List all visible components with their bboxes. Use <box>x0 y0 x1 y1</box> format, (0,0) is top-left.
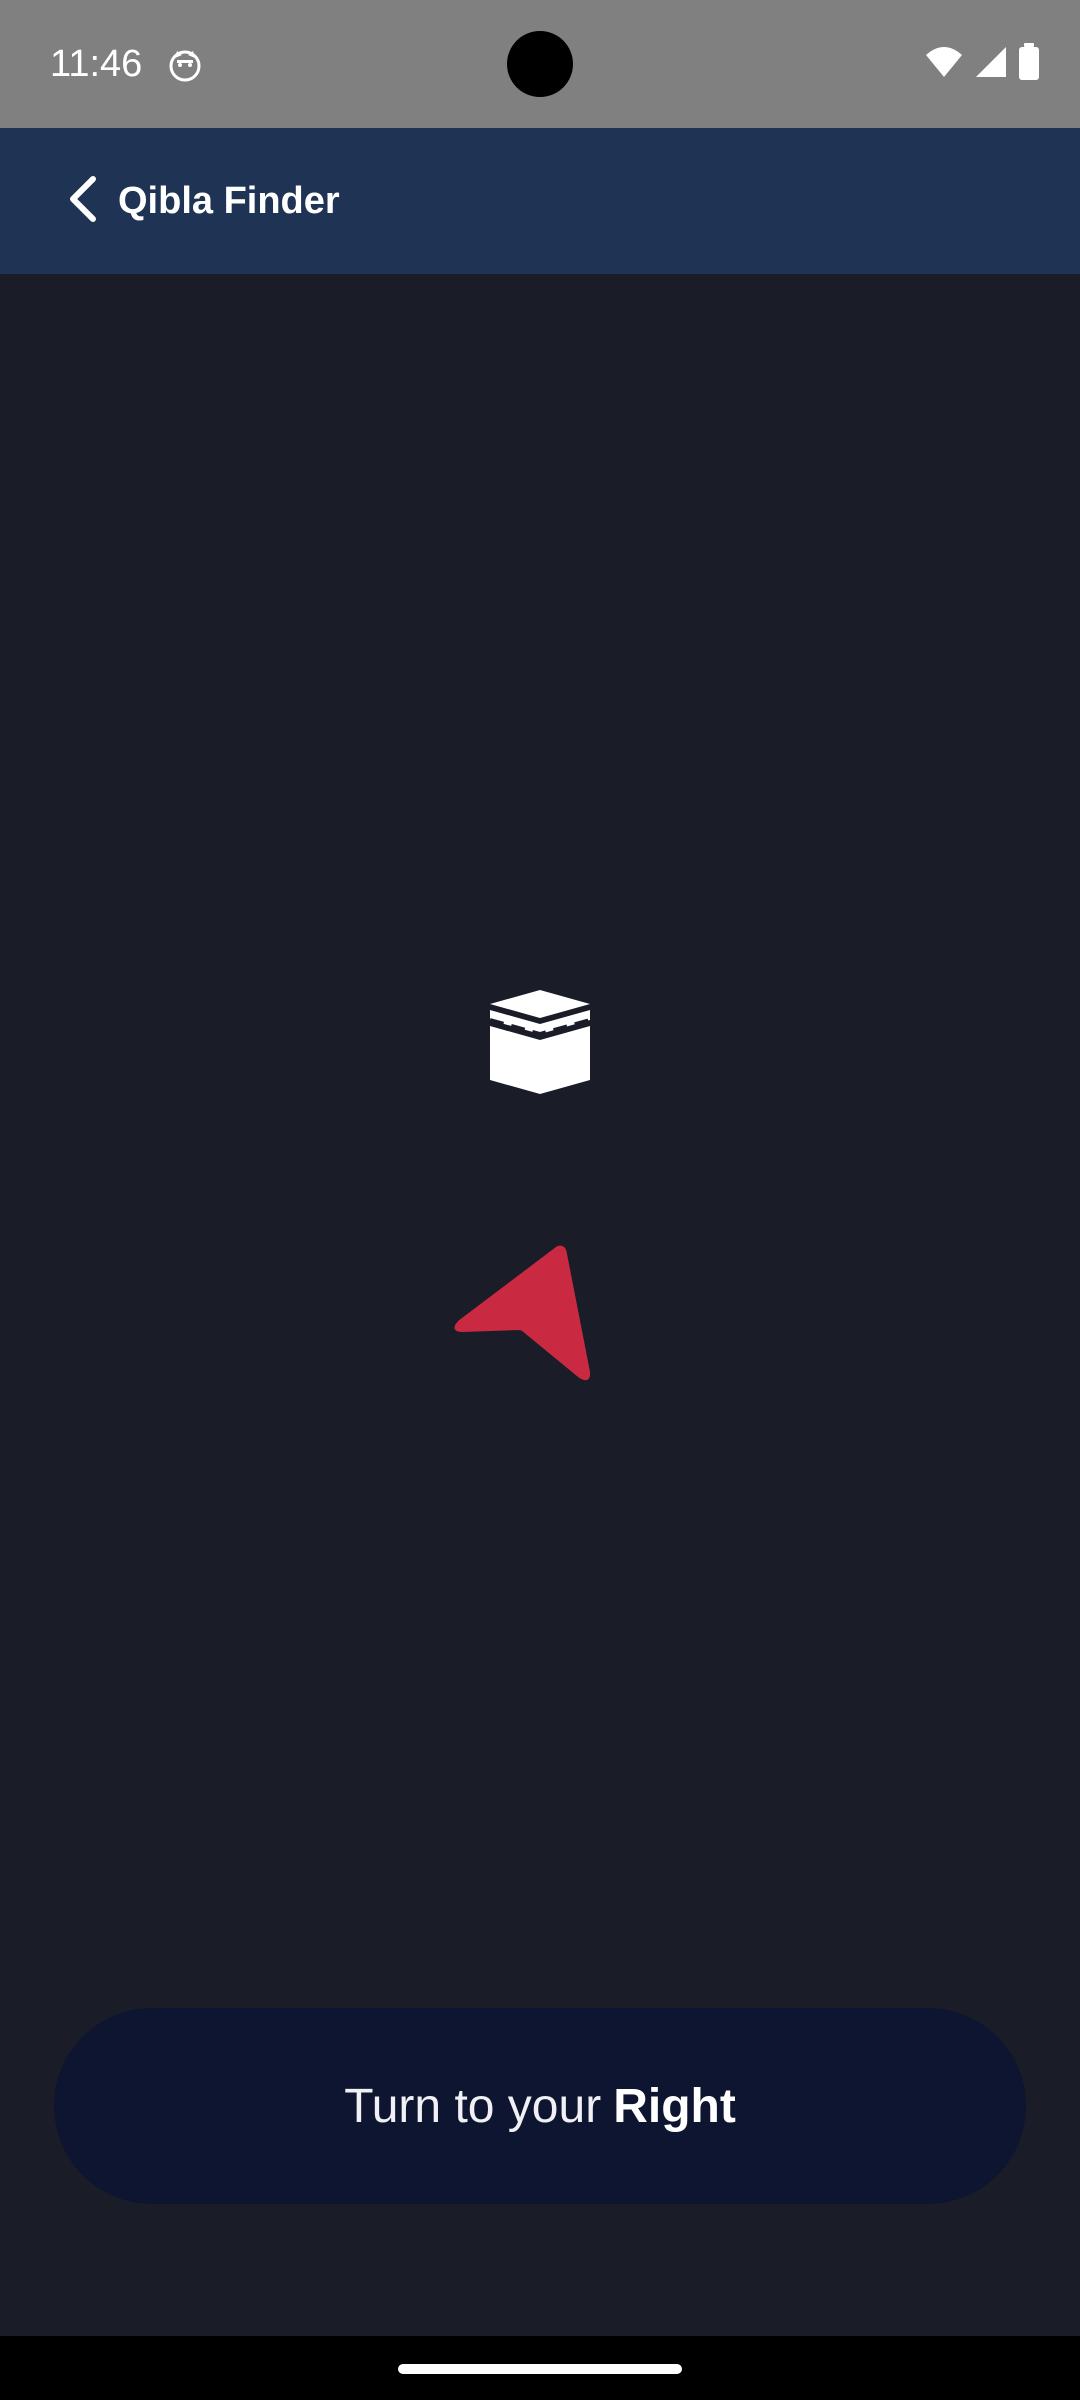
home-indicator[interactable] <box>398 2364 682 2374</box>
battery-icon <box>1018 42 1040 86</box>
navigation-arrow-icon <box>448 1238 598 1388</box>
cellular-signal-icon <box>974 45 1008 84</box>
qibla-finder-screen: 11:46 Qibla Finder Turn to your Right <box>0 0 1080 2400</box>
page-title: Qibla Finder <box>118 180 340 222</box>
turn-instruction-banner: Turn to your Right <box>54 2008 1026 2204</box>
app-bar: Qibla Finder <box>0 128 1080 274</box>
status-bar: 11:46 <box>0 0 1080 128</box>
cat-face-icon <box>168 48 202 82</box>
back-button[interactable] <box>52 170 114 232</box>
wifi-icon <box>924 45 964 84</box>
front-camera-cutout <box>507 31 573 97</box>
chevron-left-icon <box>65 175 101 228</box>
status-time: 11:46 <box>50 43 143 85</box>
instruction-prefix: Turn to your <box>344 2079 602 2133</box>
instruction-direction: Right <box>613 2079 736 2133</box>
status-icons <box>924 42 1040 86</box>
kaaba-icon <box>486 988 594 1096</box>
